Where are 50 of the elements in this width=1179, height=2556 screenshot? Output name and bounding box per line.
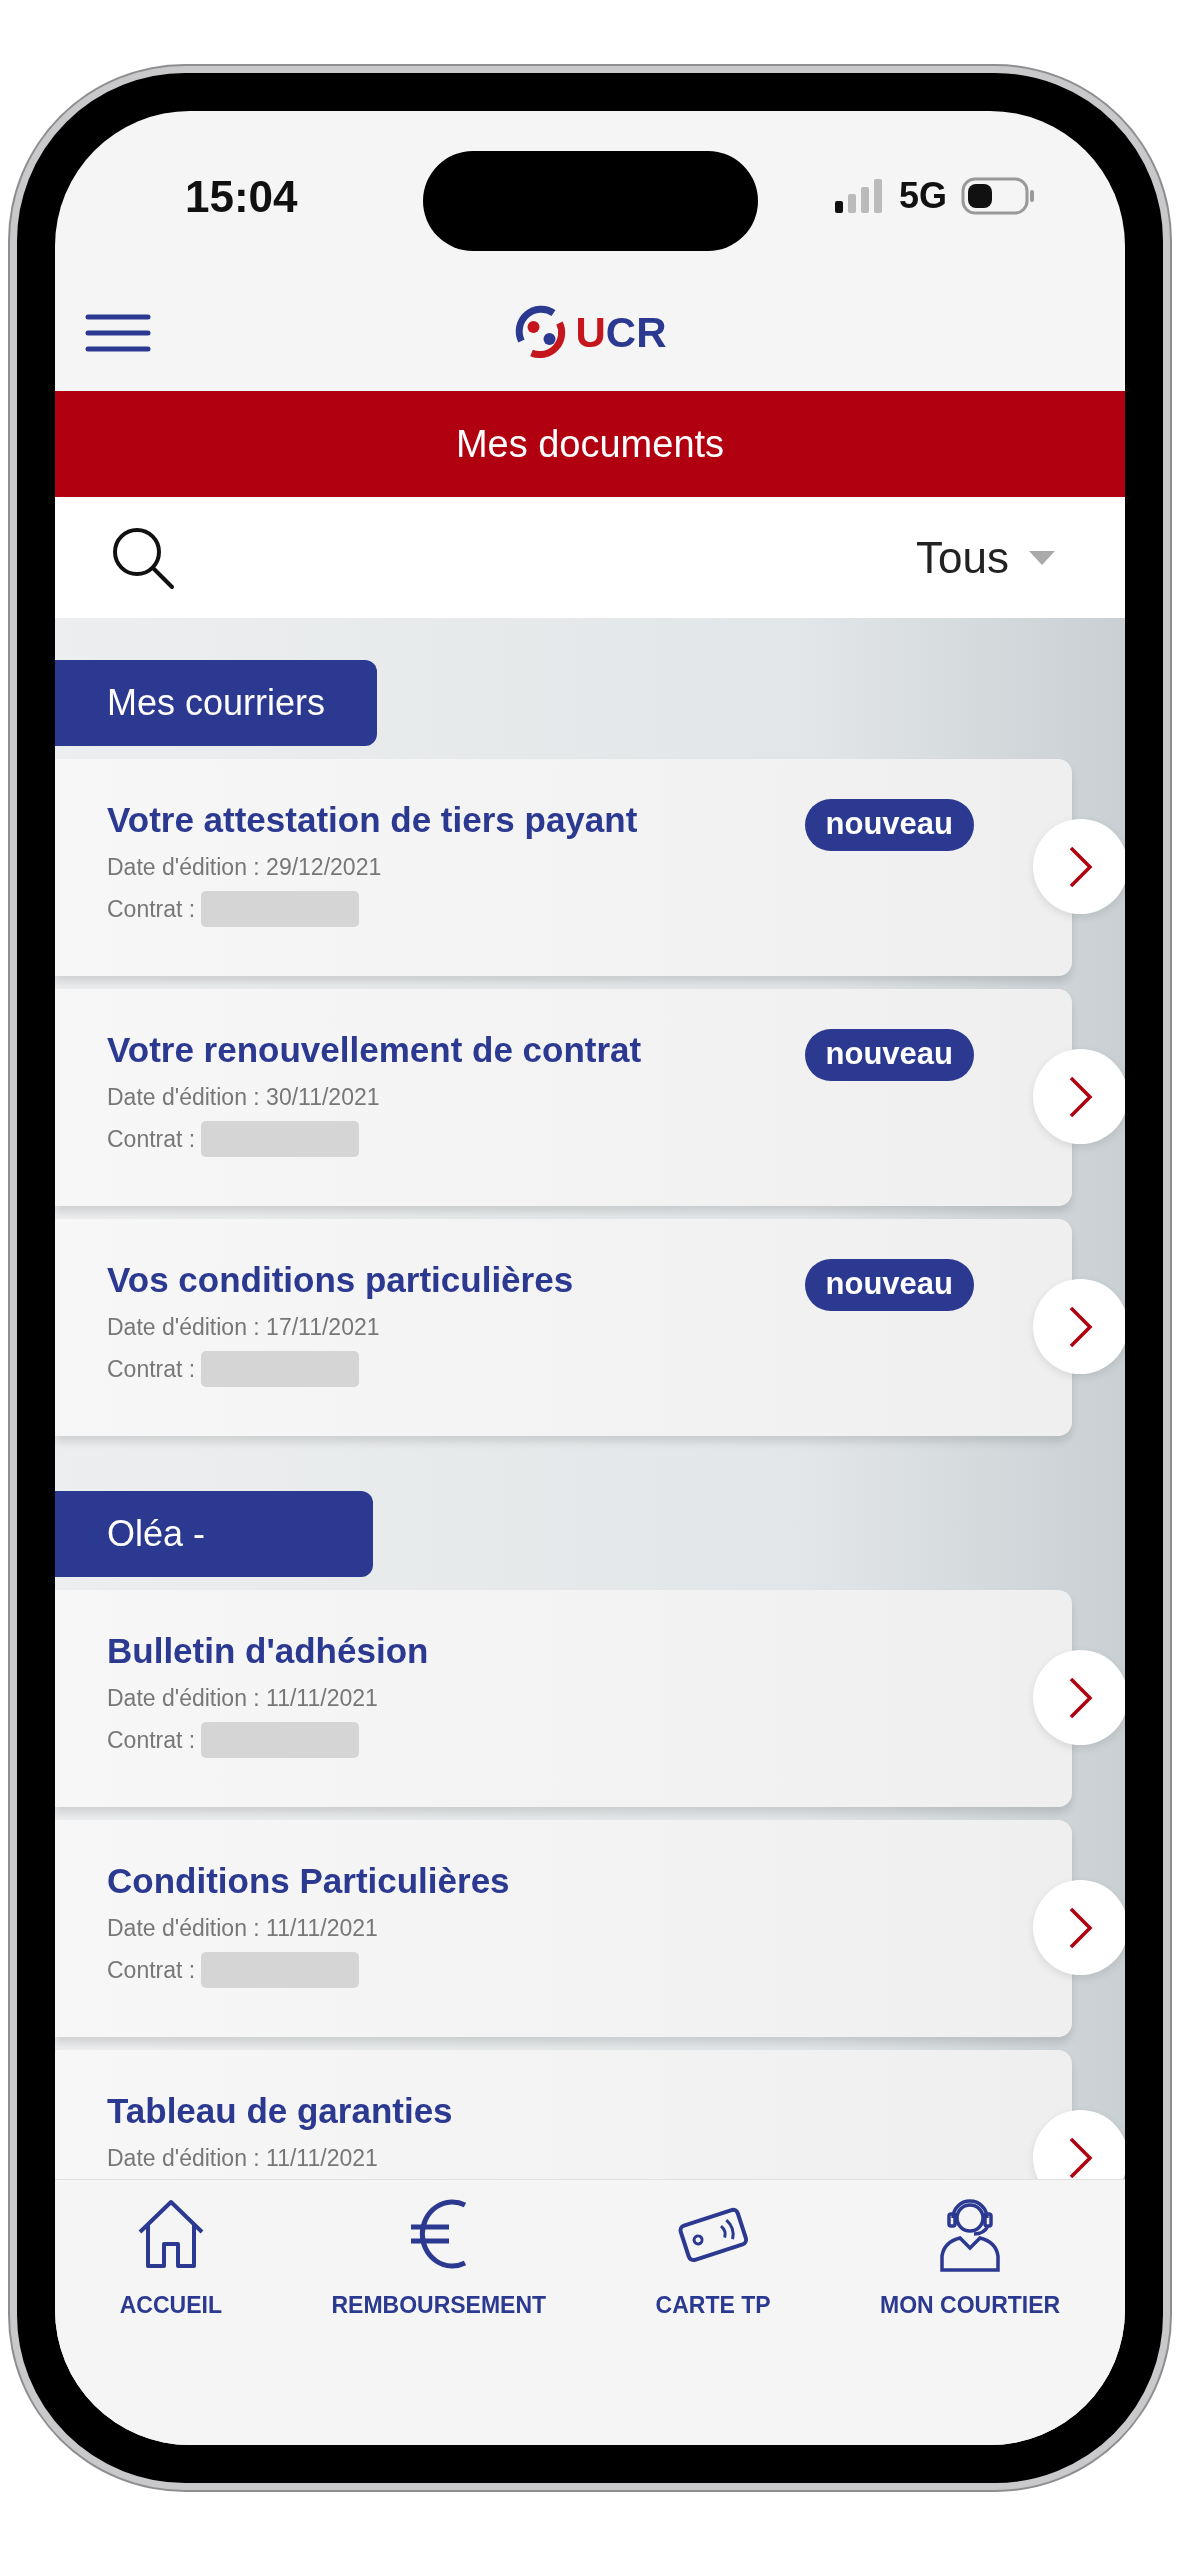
edition-date: Date d'édition : 30/11/2021	[107, 1083, 381, 1112]
chevron-right-icon	[1067, 844, 1094, 889]
document-card[interactable]: Votre attestation de tiers payant nouveau Date d'édition : 29/12/2021 Contrat :	[55, 759, 1072, 976]
new-badge: nouveau	[804, 1029, 974, 1082]
chevron-right-icon	[1067, 1304, 1094, 1349]
new-badge: nouveau	[804, 799, 974, 852]
contract-label: Contrat :	[107, 1354, 196, 1384]
document-card[interactable]: Conditions Particulières Date d'édition : 11/11/2021 Contrat :	[55, 1820, 1072, 2037]
document-card[interactable]: Bulletin d'adhésion Date d'édition : 11/11/2021 Contrat :	[55, 1590, 1072, 1807]
document-card[interactable]: Votre renouvellement de contrat nouveau Date d'édition : 30/11/2021 Contrat :	[55, 989, 1072, 1206]
document-card[interactable]: Vos conditions particulières nouveau Date d'édition : 17/11/2021 Contrat :	[55, 1219, 1072, 1436]
edition-date: Date d'édition : 11/11/2021	[107, 2144, 379, 2173]
search-icon[interactable]	[111, 525, 175, 590]
edition-date: Date d'édition : 17/11/2021	[107, 1313, 381, 1342]
status-time: 15:04	[185, 175, 298, 219]
headset-person-icon	[938, 2196, 1003, 2272]
contract-label: Contrat :	[107, 1124, 196, 1154]
contract-label: Contrat :	[107, 894, 196, 924]
signal-icon	[834, 179, 885, 213]
document-title: Votre attestation de tiers payant	[107, 801, 638, 840]
contract-label: Contrat :	[107, 1955, 196, 1985]
document-title: Conditions Particulières	[107, 1862, 510, 1901]
section-header: Oléa -	[55, 1491, 373, 1577]
document-title: Vos conditions particulières	[107, 1261, 574, 1300]
nav-tab[interactable]: MON COURTIER	[872, 2196, 1069, 2336]
edition-date: Date d'édition : 11/11/2021	[107, 1684, 379, 1713]
document-title: Bulletin d'adhésion	[107, 1632, 429, 1671]
network-label: 5G	[898, 178, 947, 214]
logo-text: UCR	[575, 311, 667, 354]
nav-tab[interactable]: ACCUEIL	[111, 2196, 230, 2336]
document-card[interactable]: Tableau de garanties Date d'édition : 11/11/2021	[55, 2050, 1072, 2179]
nav-tab[interactable]: CARTE TP	[647, 2196, 779, 2336]
section-header: Mes courriers	[55, 660, 378, 746]
new-badge: nouveau	[804, 1259, 974, 1312]
chevron-right-icon	[1067, 1675, 1094, 1720]
chevron-right-icon	[1067, 2135, 1094, 2179]
edition-date: Date d'édition : 11/11/2021	[107, 1914, 379, 1943]
caret-icon	[1029, 550, 1055, 565]
battery-icon	[961, 177, 1035, 215]
edition-date: Date d'édition : 29/12/2021	[107, 853, 383, 882]
open-document-button[interactable]	[1033, 2110, 1125, 2179]
page-title: Mes documents	[55, 391, 1125, 497]
chevron-right-icon	[1067, 1905, 1094, 1950]
document-title: Votre renouvellement de contrat	[107, 1031, 642, 1070]
menu-button[interactable]	[85, 312, 151, 353]
chevron-right-icon	[1067, 1074, 1094, 1119]
document-title: Tableau de garanties	[107, 2092, 453, 2131]
contract-label: Contrat :	[107, 1725, 196, 1755]
filter-dropdown[interactable]: Tous	[916, 524, 1055, 591]
nav-tab[interactable]: REMBOURSEMENT	[323, 2196, 555, 2336]
